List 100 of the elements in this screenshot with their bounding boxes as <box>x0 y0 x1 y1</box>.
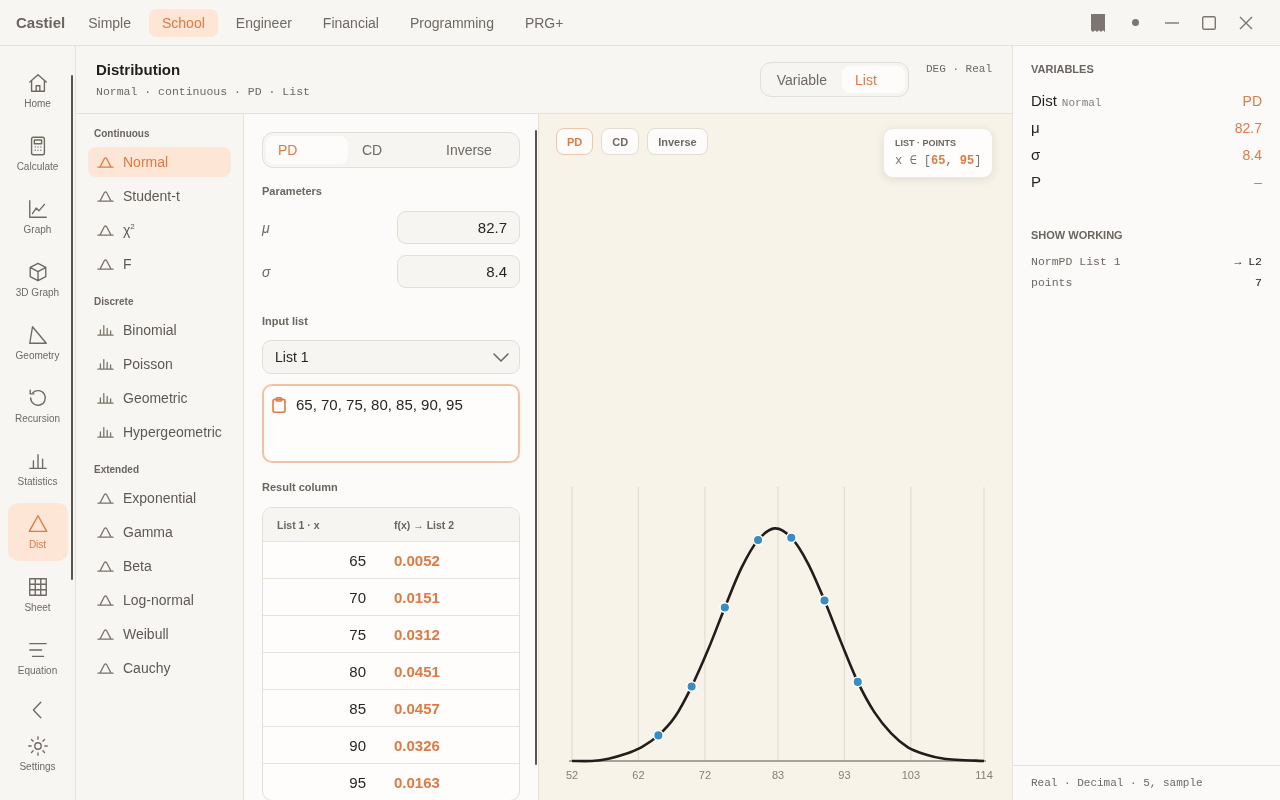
chart-mode-button[interactable]: CD <box>601 128 640 155</box>
list-values-field[interactable]: 65, 70, 75, 80, 85, 90, 95 <box>262 384 520 463</box>
bars-icon <box>97 358 114 370</box>
chevron-down-icon <box>493 352 509 362</box>
nav-item[interactable]: Equation <box>7 629 68 687</box>
working-line: points <box>1031 276 1073 289</box>
settings-button[interactable]: Settings <box>7 725 68 783</box>
table-cell-text: 85 <box>348 699 367 717</box>
column-header: f(x) → List 2 <box>393 518 455 531</box>
parameter-field[interactable]: 82.7 <box>397 211 520 244</box>
variable-name: Dist <box>1031 92 1057 109</box>
close-icon <box>1239 15 1253 30</box>
table-cell-text: 95 <box>348 773 367 791</box>
table-cell-text: 0.0326 <box>393 736 440 754</box>
axis-tick-label: 114 <box>975 769 993 781</box>
distribution-item[interactable]: Exponential <box>88 483 231 513</box>
table-cell-text: 0.0312 <box>393 625 440 643</box>
nav-item[interactable]: Calculate <box>7 125 68 183</box>
list-dropdown[interactable]: List 1 <box>262 340 520 374</box>
data-point <box>785 532 797 544</box>
scrollbar[interactable] <box>71 75 73 580</box>
variable-value: 8.4 <box>1242 146 1262 163</box>
section-heading: Extended <box>93 464 140 476</box>
axis-tick-label: 62 <box>632 769 645 781</box>
data-point <box>686 681 698 693</box>
working-line: NormPD List 1 <box>1031 255 1121 268</box>
status-text: Real · Decimal · 5, sample <box>1031 777 1203 789</box>
table-cell-text: 0.0151 <box>393 588 440 606</box>
app-logo: Castiel <box>16 14 66 31</box>
triangle-icon <box>97 156 114 168</box>
toggle-option[interactable]: List <box>842 66 905 93</box>
toggle-option[interactable]: PD <box>266 136 348 164</box>
distribution-item[interactable]: Student-t <box>88 181 231 211</box>
column-header: List 1 · x <box>276 518 321 531</box>
receipt-icon <box>1090 12 1106 33</box>
working-value: 7 <box>1255 276 1262 289</box>
bars-icon <box>97 324 114 336</box>
table-cell-text: 90 <box>348 736 367 754</box>
distribution-item[interactable]: F <box>88 249 231 279</box>
nav-item[interactable]: Statistics <box>7 440 68 498</box>
parameter-label: σ <box>262 263 271 280</box>
distribution-item[interactable]: Cauchy <box>88 653 231 683</box>
table-cell-text: 80 <box>348 662 367 680</box>
home-icon <box>26 72 49 94</box>
section-label: Result column <box>262 481 339 494</box>
angle-mode-status: DEG · Real <box>926 63 992 76</box>
chart-mode-button[interactable]: PD <box>556 128 594 155</box>
variable-value: – <box>1254 173 1262 190</box>
variable-name: μ <box>1031 119 1040 136</box>
distribution-item[interactable]: Beta <box>88 551 231 581</box>
page-title: Distribution <box>96 61 182 79</box>
scrollbar[interactable] <box>535 130 537 765</box>
distribution-item[interactable]: Weibull <box>88 619 231 649</box>
table-cell-text: 0.0163 <box>393 773 440 791</box>
nav-item[interactable]: Geometry <box>7 314 68 372</box>
table-cell-text: 65 <box>348 551 367 569</box>
mode-tab[interactable]: PRG+ <box>511 8 577 37</box>
toggle-option[interactable]: Variable <box>763 66 840 93</box>
triangle-icon <box>26 513 49 535</box>
axis-tick-label: 72 <box>698 769 712 781</box>
triangle-icon <box>97 526 114 538</box>
distribution-item[interactable]: Log-normal <box>88 585 231 615</box>
legend-title: LIST · POINTS <box>895 138 957 149</box>
mode-tab[interactable]: Programming <box>396 8 507 37</box>
toggle-option[interactable]: Inverse <box>434 136 516 164</box>
parameter-label: μ <box>262 219 270 236</box>
distribution-item[interactable]: χ$^{2}$ <box>88 215 231 245</box>
data-point <box>719 601 731 614</box>
parameter-field[interactable]: 8.4 <box>397 255 520 288</box>
distribution-item[interactable]: Binomial <box>88 315 231 345</box>
distribution-item[interactable]: Poisson <box>88 349 231 379</box>
section-heading: VARIABLES <box>1031 63 1095 75</box>
table-cell-text: 70 <box>348 588 367 606</box>
distribution-item[interactable]: Hypergeometric <box>88 417 231 447</box>
triangle-icon <box>97 628 114 640</box>
mode-tab[interactable]: Financial <box>309 8 392 37</box>
data-point <box>752 534 764 546</box>
table-cell-text: 0.0457 <box>393 699 440 717</box>
axis-tick-label: 52 <box>565 769 579 781</box>
triangle-icon <box>97 190 114 202</box>
axis-tick-label: 93 <box>838 769 851 781</box>
nav-item[interactable]: Home <box>7 62 68 120</box>
dot-icon <box>1131 19 1139 26</box>
triangle-icon <box>97 662 114 674</box>
axis-tick-label: 83 <box>771 769 785 781</box>
maximize-icon <box>1202 15 1216 30</box>
nav-item[interactable]: 3D Graph <box>7 251 68 309</box>
nav-item[interactable]: Graph <box>7 188 68 246</box>
mode-tab[interactable]: Engineer <box>222 8 305 37</box>
data-point <box>652 729 664 741</box>
mode-tab[interactable]: Simple <box>75 8 144 37</box>
distribution-item[interactable]: Gamma <box>88 517 231 547</box>
variable-name: P <box>1031 173 1041 190</box>
distribution-item[interactable]: Geometric <box>88 383 231 413</box>
table-cell-text: 0.0052 <box>393 551 440 569</box>
nav-item[interactable]: Sheet <box>7 566 68 624</box>
nav-item[interactable]: Recursion <box>7 377 68 435</box>
toggle-option[interactable]: CD <box>350 136 432 164</box>
chart-mode-button[interactable]: Inverse <box>647 128 708 155</box>
bars-icon <box>97 392 114 404</box>
